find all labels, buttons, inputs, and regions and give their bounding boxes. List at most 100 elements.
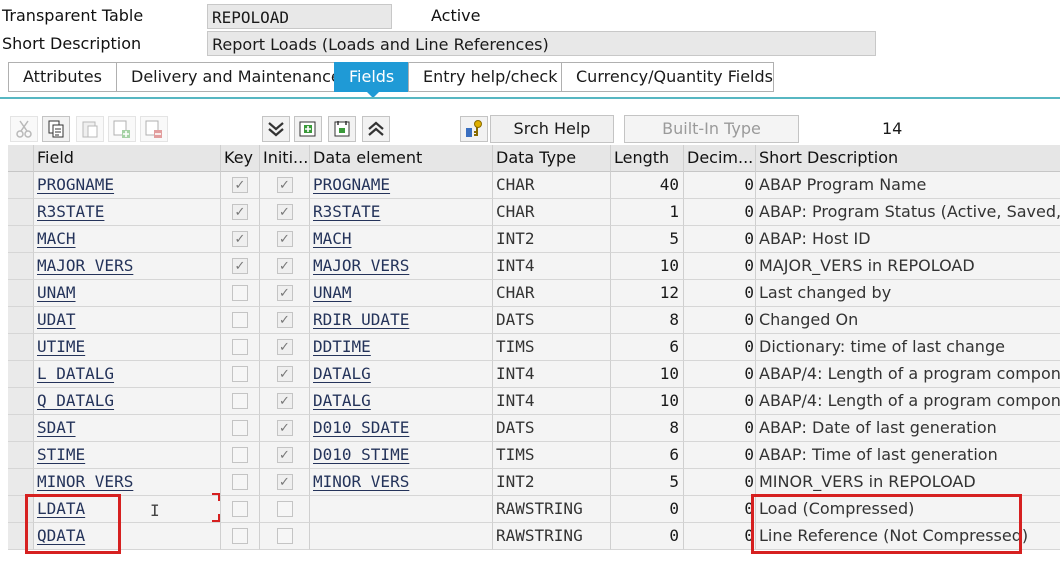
data-element-cell[interactable]: RDIR_UDATE bbox=[310, 307, 493, 334]
data-element-cell[interactable]: MINOR_VERS bbox=[310, 469, 493, 496]
short-description-cell[interactable]: ABAP: Program Status (Active, Saved, Tr bbox=[756, 199, 1060, 226]
data-element-cell[interactable]: DATALG bbox=[310, 361, 493, 388]
key-checkbox[interactable] bbox=[232, 474, 248, 490]
length-cell[interactable]: 1 bbox=[611, 199, 684, 226]
search-help-key-icon[interactable] bbox=[460, 116, 488, 142]
initial-values-checkbox[interactable]: ✓ bbox=[276, 285, 293, 301]
data-type-cell[interactable]: RAWSTRING bbox=[493, 523, 611, 550]
short-description-cell[interactable]: ABAP/4: Length of a program component bbox=[756, 388, 1060, 415]
data-type-cell[interactable]: INT4 bbox=[493, 253, 611, 280]
initial-values-checkbox[interactable]: ✓ bbox=[276, 258, 293, 274]
key-checkbox-cell[interactable] bbox=[221, 280, 260, 307]
data-element-cell[interactable]: R3STATE bbox=[310, 199, 493, 226]
row-selector[interactable] bbox=[8, 226, 34, 253]
new-entry-icon[interactable] bbox=[328, 116, 356, 142]
key-checkbox[interactable]: ✓ bbox=[232, 258, 248, 274]
table-row[interactable]: R3STATE ✓ ✓ R3STATE CHAR 1 0 ABAP: Program Stat… bbox=[8, 199, 1060, 226]
data-type-cell[interactable]: INT2 bbox=[493, 469, 611, 496]
field-name-cell[interactable]: L_DATALG bbox=[34, 361, 221, 388]
data-type-cell[interactable]: TIMS bbox=[493, 334, 611, 361]
length-cell[interactable]: 8 bbox=[611, 307, 684, 334]
data-type-cell[interactable]: INT2 bbox=[493, 226, 611, 253]
tab-fields[interactable]: Fields bbox=[334, 62, 408, 92]
data-element-cell[interactable]: D010_STIME bbox=[310, 442, 493, 469]
table-row[interactable]: UTIME ✓ DDTIME TIMS 6 0 Dictionary: time of la… bbox=[8, 334, 1060, 361]
initial-values-checkbox-cell[interactable] bbox=[260, 523, 310, 550]
data-element-cell[interactable]: DATALG bbox=[310, 388, 493, 415]
data-type-cell[interactable]: RAWSTRING bbox=[493, 496, 611, 523]
field-name-cell[interactable]: PROGNAME bbox=[34, 172, 221, 199]
expand-all-icon[interactable] bbox=[362, 116, 390, 142]
initial-values-checkbox-cell[interactable]: ✓ bbox=[260, 226, 310, 253]
length-cell[interactable]: 5 bbox=[611, 226, 684, 253]
table-row[interactable]: MAJOR_VERS ✓ ✓ MAJOR_VERS INT4 10 0 MAJOR_VERS … bbox=[8, 253, 1060, 280]
data-type-cell[interactable]: CHAR bbox=[493, 172, 611, 199]
key-checkbox[interactable]: ✓ bbox=[232, 231, 248, 247]
field-name-cell[interactable]: UNAM bbox=[34, 280, 221, 307]
initial-values-checkbox-cell[interactable]: ✓ bbox=[260, 415, 310, 442]
initial-values-checkbox-cell[interactable]: ✓ bbox=[260, 361, 310, 388]
table-row[interactable]: L_DATALG ✓ DATALG INT4 10 0 ABAP/4: Length of … bbox=[8, 361, 1060, 388]
row-selector[interactable] bbox=[8, 199, 34, 226]
row-selector[interactable] bbox=[8, 442, 34, 469]
data-type-cell[interactable]: DATS bbox=[493, 307, 611, 334]
decimals-cell[interactable]: 0 bbox=[684, 442, 756, 469]
short-description-cell[interactable]: ABAP: Time of last generation bbox=[756, 442, 1060, 469]
insert-new-row-icon[interactable] bbox=[294, 116, 322, 142]
built-in-type-button[interactable]: Built-In Type bbox=[624, 115, 799, 143]
initial-values-checkbox[interactable]: ✓ bbox=[276, 312, 293, 328]
short-description-cell[interactable]: ABAP: Host ID bbox=[756, 226, 1060, 253]
data-element-cell[interactable]: UNAM bbox=[310, 280, 493, 307]
decimals-cell[interactable]: 0 bbox=[684, 388, 756, 415]
table-row[interactable]: UDAT ✓ RDIR_UDATE DATS 8 0 Changed On bbox=[8, 307, 1060, 334]
key-checkbox-cell[interactable]: ✓ bbox=[221, 172, 260, 199]
key-checkbox-cell[interactable] bbox=[221, 334, 260, 361]
initial-values-checkbox-cell[interactable] bbox=[260, 496, 310, 523]
row-selector[interactable] bbox=[8, 334, 34, 361]
initial-values-checkbox[interactable]: ✓ bbox=[276, 339, 293, 355]
short-description-cell[interactable]: Last changed by bbox=[756, 280, 1060, 307]
column-header-data-type[interactable]: Data Type bbox=[493, 145, 611, 172]
delete-row-icon[interactable] bbox=[140, 116, 168, 142]
key-checkbox-cell[interactable] bbox=[221, 361, 260, 388]
column-header-initial[interactable]: Initi... bbox=[260, 145, 310, 172]
length-cell[interactable]: 0 bbox=[611, 496, 684, 523]
table-row[interactable]: MINOR_VERS ✓ MINOR_VERS INT2 5 0 MINOR_VERS in… bbox=[8, 469, 1060, 496]
column-header-short-description[interactable]: Short Description bbox=[756, 145, 1060, 172]
row-selector[interactable] bbox=[8, 253, 34, 280]
initial-values-checkbox[interactable] bbox=[276, 528, 293, 544]
short-description-cell[interactable]: Dictionary: time of last change bbox=[756, 334, 1060, 361]
decimals-cell[interactable]: 0 bbox=[684, 523, 756, 550]
decimals-cell[interactable]: 0 bbox=[684, 496, 756, 523]
column-header-key[interactable]: Key bbox=[221, 145, 260, 172]
data-type-cell[interactable]: INT4 bbox=[493, 361, 611, 388]
row-selector[interactable] bbox=[8, 280, 34, 307]
tab-currency-quantity-fields[interactable]: Currency/Quantity Fields bbox=[561, 62, 774, 92]
initial-values-checkbox-cell[interactable]: ✓ bbox=[260, 280, 310, 307]
decimals-cell[interactable]: 0 bbox=[684, 415, 756, 442]
decimals-cell[interactable]: 0 bbox=[684, 199, 756, 226]
data-element-cell[interactable]: DDTIME bbox=[310, 334, 493, 361]
collapse-all-icon[interactable] bbox=[262, 116, 290, 142]
field-name-cell[interactable]: SDAT bbox=[34, 415, 221, 442]
search-help-button[interactable]: Srch Help bbox=[490, 115, 614, 143]
decimals-cell[interactable]: 0 bbox=[684, 469, 756, 496]
table-row[interactable]: UNAM ✓ UNAM CHAR 12 0 Last changed by bbox=[8, 280, 1060, 307]
field-name-cell[interactable]: MINOR_VERS bbox=[34, 469, 221, 496]
initial-values-checkbox[interactable]: ✓ bbox=[276, 231, 293, 247]
key-checkbox-cell[interactable] bbox=[221, 523, 260, 550]
initial-values-checkbox-cell[interactable]: ✓ bbox=[260, 442, 310, 469]
short-description-cell[interactable]: ABAP: Date of last generation bbox=[756, 415, 1060, 442]
table-row[interactable]: STIME ✓ D010_STIME TIMS 6 0 ABAP: Time of last… bbox=[8, 442, 1060, 469]
data-type-cell[interactable]: TIMS bbox=[493, 442, 611, 469]
key-checkbox[interactable] bbox=[232, 393, 248, 409]
copy-icon[interactable] bbox=[42, 116, 70, 142]
short-description-cell[interactable]: ABAP Program Name bbox=[756, 172, 1060, 199]
field-name-cell[interactable]: UTIME bbox=[34, 334, 221, 361]
initial-values-checkbox[interactable]: ✓ bbox=[276, 393, 293, 409]
initial-values-checkbox-cell[interactable]: ✓ bbox=[260, 388, 310, 415]
column-header-data-element[interactable]: Data element bbox=[310, 145, 493, 172]
length-cell[interactable]: 6 bbox=[611, 442, 684, 469]
length-cell[interactable]: 10 bbox=[611, 253, 684, 280]
tab-entry-help-check[interactable]: Entry help/check bbox=[408, 62, 561, 92]
